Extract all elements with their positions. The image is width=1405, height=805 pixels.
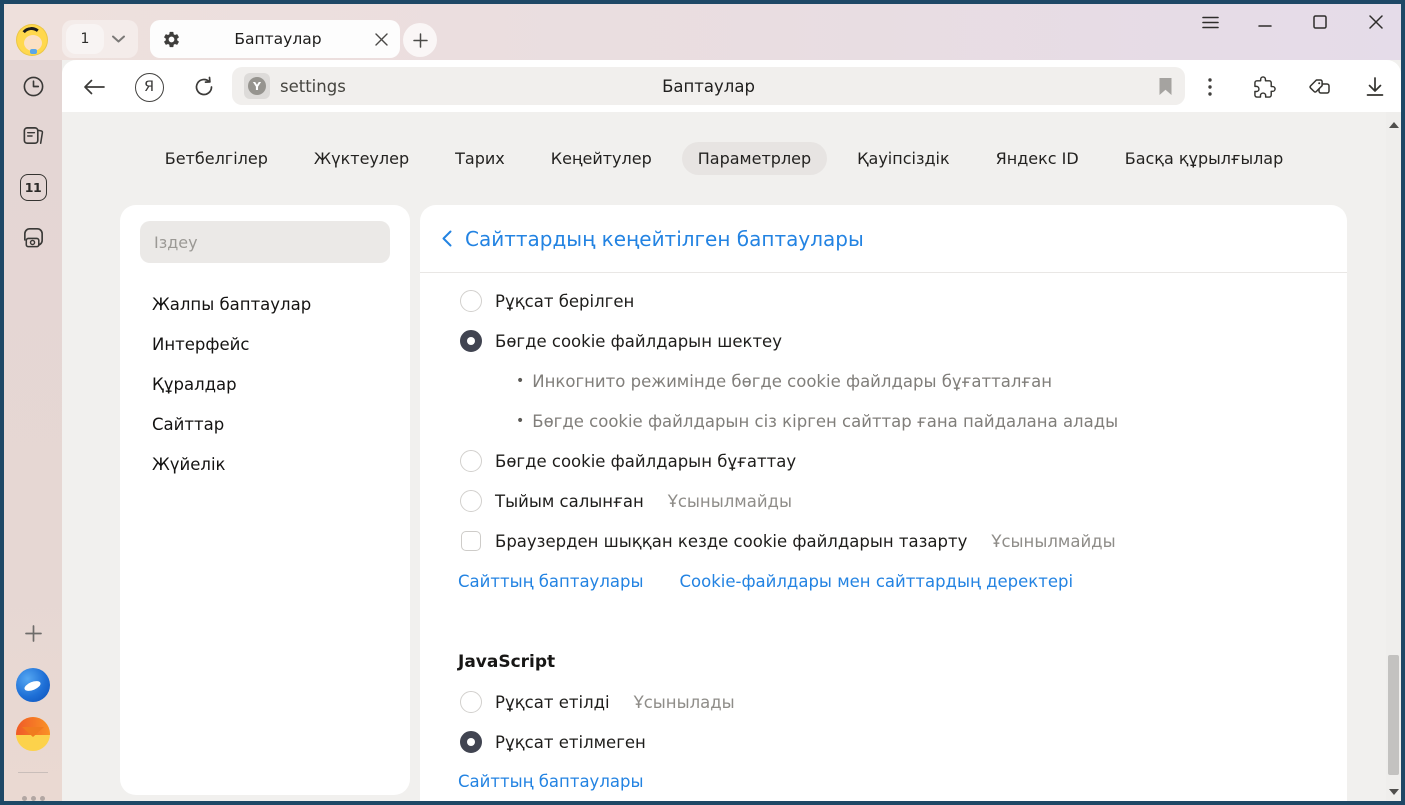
sidebar-item-system[interactable]: Жүйелік — [152, 444, 226, 484]
minimize-icon[interactable] — [1252, 9, 1278, 35]
js-links-row: Сайттың баптаулары — [458, 761, 1323, 801]
menu-icon[interactable] — [1197, 9, 1223, 35]
tab-extensions[interactable]: Кеңейтулер — [535, 142, 668, 175]
extensions-icon[interactable] — [1249, 72, 1279, 102]
sidebar-item-general[interactable]: Жалпы баптаулар — [152, 284, 311, 324]
url-text[interactable]: settings — [280, 77, 346, 96]
profile-avatar[interactable] — [16, 24, 48, 56]
tab-bookmarks[interactable]: Бетбелгілер — [149, 142, 284, 175]
sidebar-item-sites[interactable]: Сайттар — [152, 404, 224, 444]
back-icon[interactable] — [79, 72, 109, 102]
javascript-heading: JavaScript — [458, 652, 555, 672]
settings-main-panel: Сайттардың кеңейтілген баптаулары Рұқсат… — [420, 205, 1347, 801]
cookies-links-row: Сайттың баптаулары Cookie-файлдары мен с… — [458, 561, 1323, 601]
tab-yandex-id[interactable]: Яндекс ID — [980, 142, 1095, 175]
screenshot-icon[interactable] — [4, 219, 62, 255]
sidebar-item-tools[interactable]: Құралдар — [152, 364, 237, 404]
add-panel-icon[interactable] — [4, 615, 62, 651]
site-favicon: Y — [244, 73, 270, 99]
kebab-menu-icon[interactable] — [1195, 72, 1225, 102]
option-clear-cookies-on-exit[interactable]: Браузерден шыққан кезде cookie файлдарын… — [460, 521, 1323, 561]
page-title: Сайттардың кеңейтілген баптаулары — [465, 227, 864, 251]
radio-cookies-block[interactable] — [460, 450, 482, 472]
close-icon[interactable] — [1363, 9, 1389, 35]
address-bar[interactable]: Y settings Баптаулар — [232, 67, 1185, 105]
javascript-section: JavaScript — [458, 642, 1323, 682]
not-recommended-note: Ұсынылмайды — [668, 492, 792, 511]
restrict-detail-2: •Бөгде cookie файлдарын сіз кірген сайтт… — [516, 401, 1323, 441]
scroll-up-icon[interactable] — [1389, 122, 1399, 128]
option-js-allowed[interactable]: Рұқсат етілді Ұсынылады — [460, 682, 1323, 722]
option-cookies-forbidden[interactable]: Тыйым салынған Ұсынылмайды — [460, 481, 1323, 521]
new-tab-button[interactable] — [403, 23, 437, 57]
settings-nav-tabs: Бетбелгілер Жүктеулер Тарих Кеңейтулер П… — [62, 141, 1386, 175]
browser-window: 1 Баптаулар — [0, 0, 1405, 805]
avatar-bow — [30, 49, 37, 54]
section-header: Сайттардың кеңейтілген баптаулары — [420, 205, 1347, 273]
not-recommended-note: Ұсынылмайды — [991, 532, 1115, 551]
notes-icon[interactable] — [4, 118, 62, 154]
back-chevron-icon[interactable] — [442, 230, 452, 247]
tab-count-badge[interactable]: 1 — [66, 24, 104, 54]
yandex-browser-logo[interactable] — [4, 667, 62, 703]
option-cookies-restrict[interactable]: Бөгде cookie файлдарын шектеу — [460, 321, 1323, 361]
restrict-detail-1: •Инкогнито режимінде бөгде cookie файлда… — [516, 361, 1323, 401]
sidebar-item-interface[interactable]: Интерфейс — [152, 324, 249, 364]
yandex-home-icon[interactable]: Я — [134, 72, 164, 102]
chevron-down-icon — [112, 35, 125, 43]
scrollbar-thumb[interactable] — [1388, 655, 1399, 775]
radio-js-not-allowed[interactable] — [460, 731, 482, 753]
option-cookies-block[interactable]: Бөгде cookie файлдарын бұғаттау — [460, 441, 1323, 481]
tab-other-devices[interactable]: Басқа құрылғылар — [1109, 142, 1300, 175]
option-js-not-allowed[interactable]: Рұқсат етілмеген — [460, 722, 1323, 762]
refresh-icon[interactable] — [189, 72, 219, 102]
tab-history[interactable]: Тарих — [439, 142, 521, 175]
tab-settings[interactable]: Параметрлер — [682, 142, 827, 175]
gear-icon — [162, 30, 181, 49]
option-cookies-allowed[interactable]: Рұқсат берілген — [460, 281, 1323, 321]
collections-icon[interactable] — [1304, 72, 1334, 102]
maximize-icon[interactable] — [1307, 9, 1333, 35]
tab-panel-counter[interactable]: 11 — [4, 169, 62, 205]
search-input[interactable] — [140, 221, 390, 263]
radio-cookies-restrict[interactable] — [460, 330, 482, 352]
checkbox-clear-on-exit[interactable] — [461, 531, 481, 551]
page-scrollbar[interactable] — [1386, 112, 1401, 801]
scroll-down-icon[interactable] — [1389, 789, 1399, 795]
rail-more-icon[interactable] — [4, 780, 62, 805]
yandex-mail-logo[interactable] — [4, 716, 62, 752]
bookmark-icon[interactable] — [1158, 77, 1173, 96]
site-settings-link[interactable]: Сайттың баптаулары — [458, 572, 643, 591]
address-bar-page-title: Баптаулар — [232, 77, 1185, 96]
tab-title: Баптаулар — [181, 30, 375, 48]
downloads-icon[interactable] — [1360, 72, 1390, 102]
tab-strip: 1 Баптаулар — [4, 4, 1401, 60]
tab-security[interactable]: Қауіпсіздік — [841, 142, 965, 175]
settings-sidebar: Жалпы баптаулар Интерфейс Құралдар Сайтт… — [120, 205, 410, 795]
active-tab[interactable]: Баптаулар — [150, 20, 400, 58]
tab-close-icon[interactable] — [375, 33, 388, 46]
radio-cookies-allowed[interactable] — [460, 290, 482, 312]
history-icon[interactable] — [4, 68, 62, 104]
tab-downloads[interactable]: Жүктеулер — [298, 142, 425, 175]
tab-groups-control[interactable]: 1 — [62, 20, 138, 58]
rail-divider — [18, 772, 48, 773]
radio-js-allowed[interactable] — [460, 691, 482, 713]
site-settings-link[interactable]: Сайттың баптаулары — [458, 772, 643, 791]
cookie-data-link[interactable]: Cookie-файлдары мен сайттардың деректері — [679, 572, 1073, 591]
recommended-note: Ұсынылады — [634, 693, 735, 712]
radio-cookies-forbidden[interactable] — [460, 490, 482, 512]
